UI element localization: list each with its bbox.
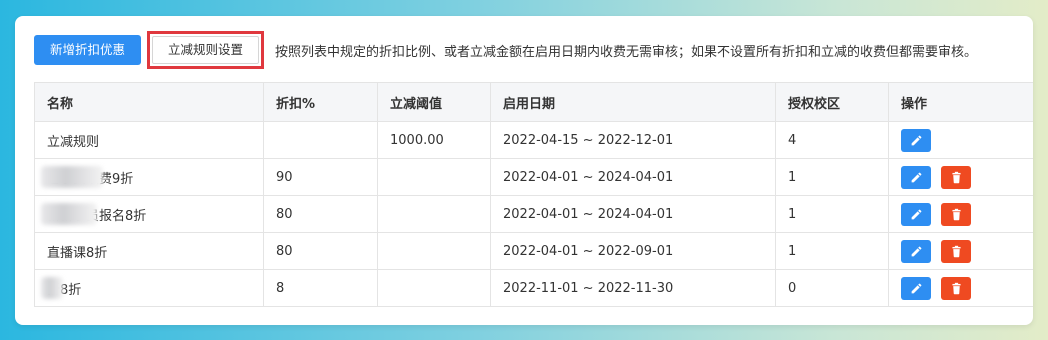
pencil-icon — [911, 283, 921, 293]
cell-threshold — [377, 232, 491, 270]
highlight-box: 立减规则设置 — [147, 31, 265, 69]
trash-icon — [951, 282, 961, 294]
cell-actions — [888, 121, 1033, 159]
table-row: 新新学员报名8折 80 2022-04-01 ~ 2024-04-011 — [34, 195, 1033, 233]
delete-button[interactable] — [941, 202, 971, 226]
cell-actions — [888, 195, 1033, 233]
discount-table: 名称 折扣% 立减阈值 启用日期 授权校区 操作 立减规则 1000.00 2022… — [34, 82, 1033, 307]
cell-threshold: 1000.00 — [377, 121, 491, 159]
table-header-row: 名称 折扣% 立减阈值 启用日期 授权校区 操作 — [34, 82, 1033, 122]
redaction-blur — [41, 276, 63, 299]
col-header-discount: 折扣% — [263, 82, 378, 122]
cell-threshold — [377, 269, 491, 307]
trash-icon — [951, 208, 961, 220]
row-actions — [901, 239, 1022, 263]
cell-date: 2022-04-01 ~ 2024-04-01 — [490, 195, 776, 233]
col-header-date: 启用日期 — [490, 82, 776, 122]
row-actions — [901, 202, 1022, 226]
col-header-campus: 授权校区 — [775, 82, 889, 122]
add-discount-button[interactable]: 新增折扣优惠 — [34, 35, 142, 65]
cell-date: 2022-04-01 ~ 2024-04-01 — [490, 158, 776, 196]
cell-date: 2022-04-15 ~ 2022-12-01 — [490, 121, 776, 159]
name-wrap: 新新学员报名8折 — [41, 202, 146, 225]
pencil-icon — [911, 246, 921, 256]
row-actions — [901, 276, 1022, 300]
trash-icon — [951, 171, 961, 183]
edit-button[interactable] — [901, 165, 931, 189]
cell-name: 折8折 — [34, 269, 264, 307]
hint-text: 按照列表中规定的折扣比例、或者立减金额在启用日期内收费无需审核；如果不设置所有折… — [275, 44, 978, 60]
pencil-icon — [911, 209, 921, 219]
cell-campus[interactable]: 0 — [775, 269, 889, 307]
cell-campus[interactable]: 1 — [775, 232, 889, 270]
col-header-actions: 操作 — [888, 82, 1033, 122]
edit-button[interactable] — [901, 239, 931, 263]
rule-name: 立减规则 — [47, 134, 100, 150]
cell-discount: 80 — [263, 232, 378, 270]
name-wrap: 老学员续费9折 — [41, 165, 133, 188]
table-row: 直播课8折 80 2022-04-01 ~ 2022-09-01 1 — [34, 232, 1033, 270]
pencil-icon — [911, 135, 921, 145]
cell-actions — [888, 232, 1033, 270]
cell-actions — [888, 269, 1033, 307]
cell-name: 老学员续费9折 — [34, 158, 264, 196]
edit-button[interactable] — [901, 276, 931, 300]
row-actions — [901, 165, 1022, 189]
cell-date: 2022-11-01 ~ 2022-11-30 — [490, 269, 776, 307]
name-wrap: 立减规则 — [47, 131, 99, 150]
table-row: 折8折 8 2022-11-01 ~ 2022-11-30 0 — [34, 269, 1033, 307]
redaction-blur — [41, 202, 97, 225]
cell-campus[interactable]: 1 — [775, 158, 889, 196]
trash-icon — [951, 245, 961, 257]
table-row: 立减规则 1000.00 2022-04-15 ~ 2022-12-01 4 — [34, 121, 1033, 159]
cell-discount: 90 — [263, 158, 378, 196]
edit-button[interactable] — [901, 202, 931, 226]
cell-discount — [263, 121, 378, 159]
delete-button[interactable] — [941, 165, 971, 189]
row-actions — [901, 128, 1022, 152]
pencil-icon — [911, 172, 921, 182]
name-wrap: 直播课8折 — [47, 242, 107, 261]
col-header-threshold: 立减阈值 — [377, 82, 491, 122]
cell-discount: 80 — [263, 195, 378, 233]
cell-threshold — [377, 158, 491, 196]
cell-campus[interactable]: 4 — [775, 121, 889, 159]
discount-panel: 新增折扣优惠 立减规则设置 按照列表中规定的折扣比例、或者立减金额在启用日期内收… — [15, 16, 1033, 325]
col-header-name: 名称 — [34, 82, 264, 122]
cell-name: 新新学员报名8折 — [34, 195, 264, 233]
cell-actions — [888, 158, 1033, 196]
cell-date: 2022-04-01 ~ 2022-09-01 — [490, 232, 776, 270]
edit-button[interactable] — [901, 128, 931, 152]
cell-name: 直播课8折 — [34, 232, 264, 270]
name-wrap: 折8折 — [41, 276, 81, 299]
redaction-blur — [41, 165, 103, 188]
toolbar: 新增折扣优惠 立减规则设置 按照列表中规定的折扣比例、或者立减金额在启用日期内收… — [34, 31, 978, 69]
rule-settings-button[interactable]: 立减规则设置 — [152, 36, 260, 64]
cell-discount: 8 — [263, 269, 378, 307]
table-row: 老学员续费9折 90 2022-04-01 ~ 2024-04-011 — [34, 158, 1033, 196]
delete-button[interactable] — [941, 276, 971, 300]
cell-threshold — [377, 195, 491, 233]
rule-name: 直播课8折 — [47, 245, 108, 261]
cell-name: 立减规则 — [34, 121, 264, 159]
delete-button[interactable] — [941, 239, 971, 263]
cell-campus[interactable]: 1 — [775, 195, 889, 233]
